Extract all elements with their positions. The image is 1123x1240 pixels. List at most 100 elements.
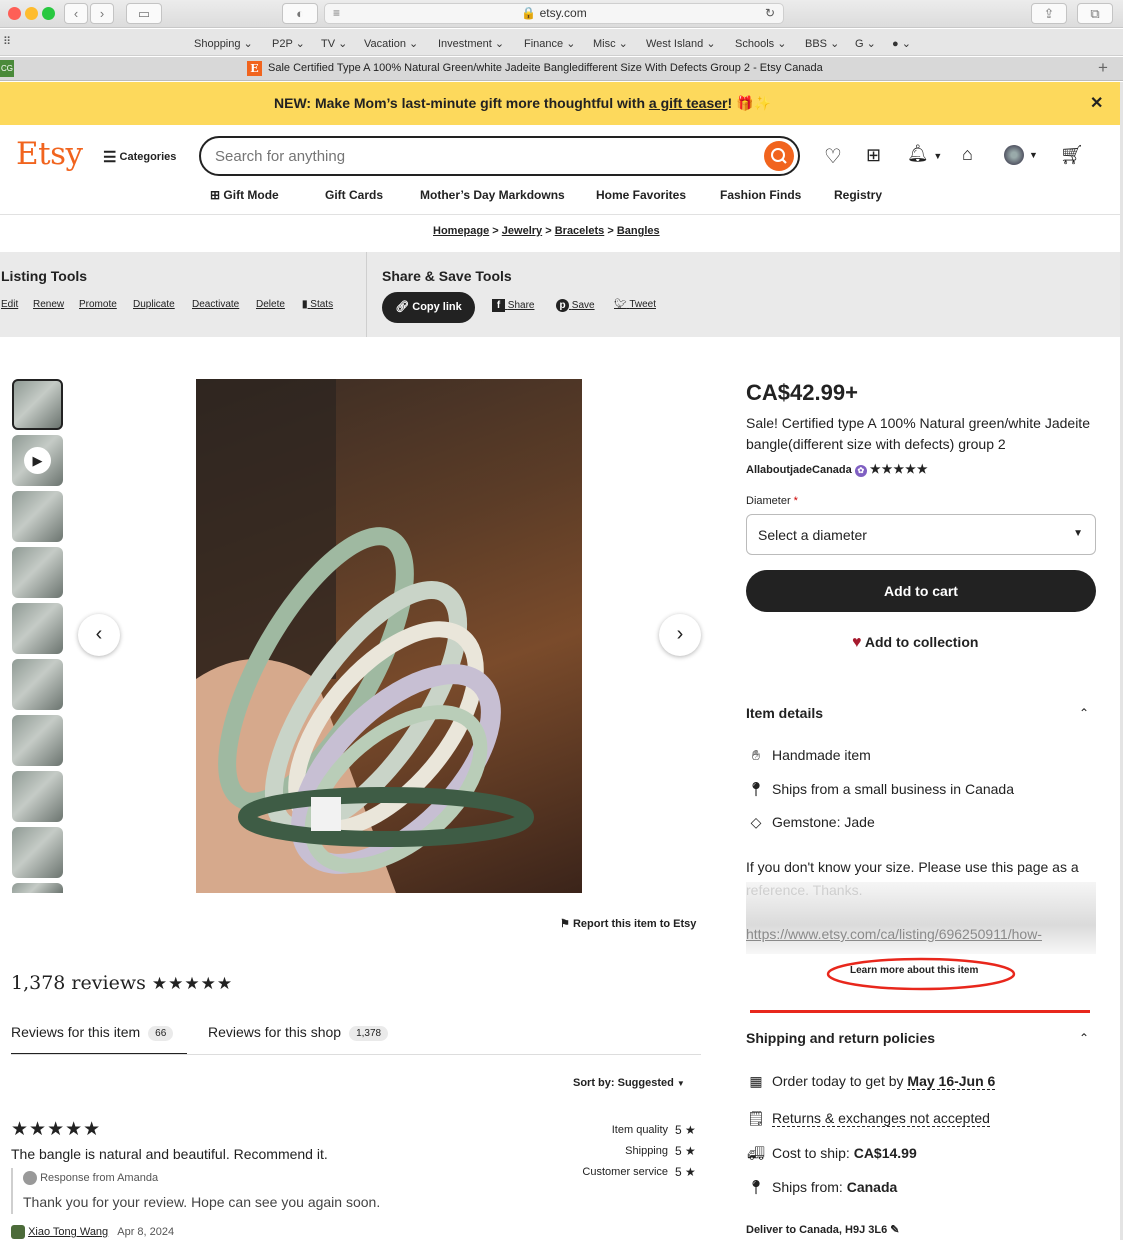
add-to-cart-button[interactable]: Add to cart [746, 570, 1096, 612]
deliver-to[interactable]: Deliver to Canada, H9J 3L6 ✎ [746, 1223, 900, 1236]
twitter-tweet-link[interactable]: 🐦︎ Tweet [614, 299, 656, 310]
diameter-select-value: Select a diameter [758, 527, 867, 543]
nav-home-favorites[interactable]: Home Favorites [596, 188, 686, 202]
forward-button[interactable]: › [90, 3, 114, 24]
categories-button[interactable]: ☰ Categories [103, 148, 176, 166]
sidebar-toggle-icon[interactable]: ▭ [126, 3, 162, 24]
bookmark-west-island[interactable]: West Island ⌄ [646, 37, 716, 50]
thumbnail-10[interactable] [12, 883, 63, 893]
notifications-bell-icon[interactable]: 🔔︎ ▼ [907, 144, 942, 164]
previous-image-button[interactable]: ‹ [78, 614, 120, 656]
maximize-window-button[interactable] [42, 7, 55, 20]
gift-icon[interactable]: ⊞ [866, 145, 881, 166]
tab-reviews-item[interactable]: Reviews for this item 66 [11, 1024, 174, 1041]
bookmark-bbs[interactable]: BBS ⌄ [805, 37, 839, 50]
item-details-heading[interactable]: Item details [746, 705, 823, 721]
collapse-item-details-icon[interactable]: ⌃ [1079, 706, 1089, 720]
shop-owner-avatar [23, 1171, 37, 1185]
promote-link[interactable]: Promote [79, 299, 117, 310]
next-image-button[interactable]: › [659, 614, 701, 656]
reviewer-name-link[interactable]: Xiao Tong Wang [28, 1226, 108, 1238]
deactivate-link[interactable]: Deactivate [192, 299, 239, 310]
account-avatar[interactable] [1004, 145, 1024, 165]
nav-registry[interactable]: Registry [834, 188, 882, 202]
breadcrumb-bangles[interactable]: Bangles [617, 225, 660, 237]
bookmark-apple-icon[interactable]: ● ⌄ [892, 37, 911, 50]
favorites-heart-icon[interactable]: ♡ [824, 144, 842, 169]
thumbnail-7[interactable] [12, 715, 63, 766]
copy-link-button[interactable]: 🔗︎ Copy link [382, 292, 475, 323]
thumbnail-video[interactable]: ▶ [12, 435, 63, 486]
star-seller-badge-icon: ✿ [854, 465, 867, 477]
delete-link[interactable]: Delete [256, 299, 285, 310]
nav-gift-cards[interactable]: Gift Cards [325, 188, 383, 202]
close-window-button[interactable] [8, 7, 21, 20]
privacy-shield-icon[interactable]: ◐ [282, 3, 318, 24]
thumbnail-9[interactable] [12, 827, 63, 878]
back-button[interactable]: ‹ [64, 3, 88, 24]
reader-icon[interactable]: ≡ [333, 4, 340, 23]
tabs-overview-icon[interactable]: ⧉ [1077, 3, 1113, 24]
thumbnail-6[interactable] [12, 659, 63, 710]
search-bar [199, 136, 800, 176]
report-item-link[interactable]: ⚑ Report this item to Etsy [560, 917, 696, 930]
sort-dropdown[interactable]: Sort by: Suggested ▼ [573, 1077, 685, 1089]
description-link[interactable]: https://www.etsy.com/ca/listing/69625091… [746, 926, 1096, 946]
thumbnail-3[interactable] [12, 491, 63, 542]
bookmark-vacation[interactable]: Vacation ⌄ [364, 37, 418, 50]
pinned-tab-icon[interactable]: CG [0, 60, 14, 77]
nav-gift-mode[interactable]: ⊞ Gift Mode [210, 188, 279, 202]
thumbnail-1[interactable] [12, 379, 63, 430]
edit-pencil-icon[interactable]: ✎ [890, 1224, 899, 1236]
new-tab-button[interactable]: + [1098, 58, 1108, 78]
account-dropdown-icon[interactable]: ▼ [1029, 150, 1038, 160]
breadcrumb-jewelry[interactable]: Jewelry [502, 225, 542, 237]
active-tab-title[interactable]: Sale Certified Type A 100% Natural Green… [268, 62, 823, 74]
thumbnail-4[interactable] [12, 547, 63, 598]
renew-link[interactable]: Renew [33, 299, 64, 310]
returns-link[interactable]: Returns & exchanges not accepted [772, 1110, 990, 1127]
nav-mothers-day[interactable]: Mother’s Day Markdowns [420, 188, 565, 202]
stats-link[interactable]: ▮ Stats [302, 299, 333, 310]
thumbnail-5[interactable] [12, 603, 63, 654]
bookmark-tv[interactable]: TV ⌄ [321, 37, 347, 50]
breadcrumb-bracelets[interactable]: Bracelets [555, 225, 605, 237]
reload-icon[interactable]: ↻ [765, 4, 775, 23]
collapse-shipping-icon[interactable]: ⌃ [1079, 1031, 1089, 1045]
delivery-dates[interactable]: May 16-Jun 6 [907, 1073, 996, 1090]
facebook-share-link[interactable]: f Share [492, 299, 534, 312]
gift-teaser-link[interactable]: a gift teaser [649, 95, 728, 111]
diameter-select[interactable]: Select a diameter ▼ [746, 514, 1096, 555]
address-bar[interactable]: ≡ 🔒 etsy.com ↻ [324, 3, 784, 24]
grid-icon[interactable]: ⠿ [3, 35, 11, 48]
search-input[interactable] [215, 145, 735, 167]
thumbnail-8[interactable] [12, 771, 63, 822]
shop-manager-icon[interactable]: ⌂ [962, 144, 973, 165]
bookmark-misc[interactable]: Misc ⌄ [593, 37, 628, 50]
tab-reviews-shop[interactable]: Reviews for this shop 1,378 [208, 1024, 389, 1041]
bookmark-investment[interactable]: Investment ⌄ [438, 37, 504, 50]
bookmarks-bar: ⠿ Shopping ⌄ P2P ⌄ TV ⌄ Vacation ⌄ Inves… [0, 29, 1123, 56]
add-to-collection-button[interactable]: ♥ Add to collection [852, 634, 978, 652]
promo-text: NEW: Make Mom’s last-minute gift more th… [274, 95, 649, 111]
location-pin-icon: 📍︎ [747, 1179, 765, 1195]
minimize-window-button[interactable] [25, 7, 38, 20]
breadcrumb-homepage[interactable]: Homepage [433, 225, 489, 237]
shop-name-link[interactable]: AllaboutjadeCanada [746, 464, 852, 476]
cart-icon[interactable]: 🛒︎ [1060, 143, 1084, 167]
bookmark-p2p[interactable]: P2P ⌄ [272, 37, 305, 50]
bookmark-finance[interactable]: Finance ⌄ [524, 37, 575, 50]
flag-icon: ⚑ [560, 918, 570, 930]
close-banner-button[interactable]: ✕ [1090, 93, 1103, 113]
edit-link[interactable]: Edit [1, 299, 18, 310]
nav-fashion-finds[interactable]: Fashion Finds [720, 188, 801, 202]
bookmark-shopping[interactable]: Shopping ⌄ [194, 37, 253, 50]
shipping-heading[interactable]: Shipping and return policies [746, 1030, 935, 1046]
duplicate-link[interactable]: Duplicate [133, 299, 175, 310]
etsy-logo[interactable]: Etsy [16, 136, 83, 172]
share-icon[interactable]: ⇪ [1031, 3, 1067, 24]
search-button[interactable] [764, 141, 794, 171]
bookmark-g[interactable]: G ⌄ [855, 37, 876, 50]
bookmark-schools[interactable]: Schools ⌄ [735, 37, 786, 50]
pinterest-save-link[interactable]: p Save [556, 299, 595, 312]
